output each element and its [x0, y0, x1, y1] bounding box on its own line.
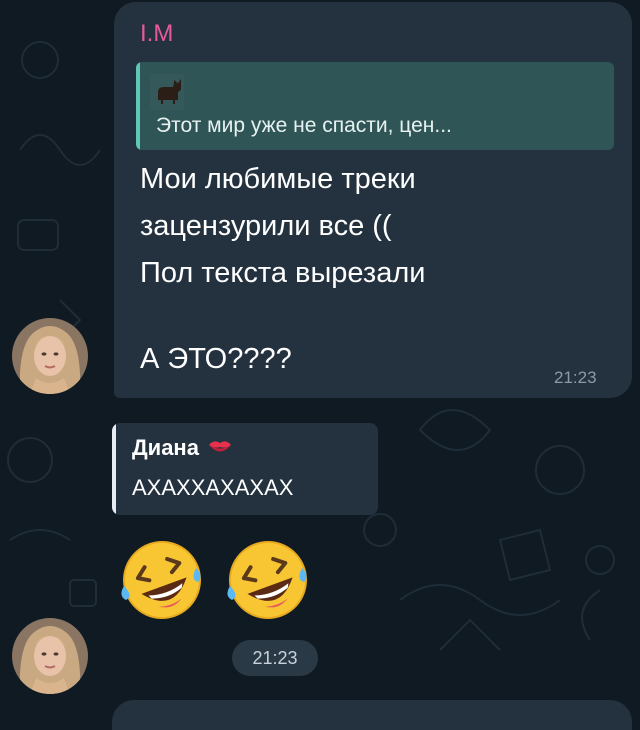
message-text-line: Пол текста вырезали: [140, 257, 426, 289]
sender-name[interactable]: I.M: [140, 20, 173, 48]
user-avatar-image: [12, 618, 88, 694]
message-text-line: зацензурили все ((: [140, 210, 392, 242]
rofl-emoji-icon: [121, 541, 201, 619]
quoted-message[interactable]: Диана АХАХХАХАХАХ: [112, 423, 378, 515]
message-time-pill: 21:23: [232, 640, 318, 676]
reply-accent-bar: [136, 62, 140, 150]
cat-silhouette-icon: [150, 74, 184, 110]
reply-preview[interactable]: Этот мир уже не спасти, цен...: [136, 62, 614, 150]
quote-author-name: Диана: [132, 435, 199, 460]
quote-accent-bar: [112, 423, 116, 515]
rofl-emoji-icon: [227, 541, 307, 619]
kiss-lips-icon: [209, 441, 232, 452]
quote-text: АХАХХАХАХАХ: [132, 475, 294, 500]
message-time: 21:23: [554, 368, 597, 387]
avatar[interactable]: [12, 618, 88, 694]
message-text-line: Мои любимые треки: [140, 163, 416, 195]
avatar[interactable]: [12, 318, 88, 394]
message-text-line: А ЭТО????: [140, 343, 292, 375]
message-bubble-im[interactable]: I.M Этот мир уже не спасти, цен... Мои л…: [114, 2, 632, 398]
reply-text: Этот мир уже не спасти, цен...: [156, 114, 452, 137]
next-message-bubble-edge: [112, 700, 632, 730]
user-avatar-image: [12, 318, 88, 394]
